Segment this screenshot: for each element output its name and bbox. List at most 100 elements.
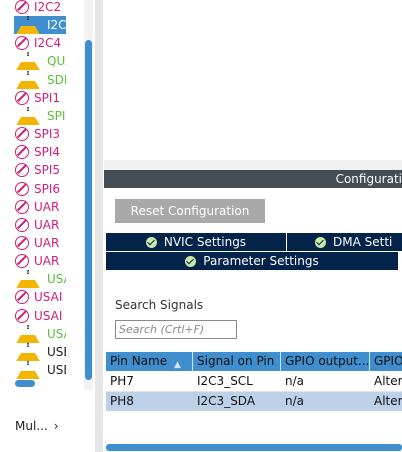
disabled-icon bbox=[15, 235, 29, 250]
peripheral-item[interactable]: USAI bbox=[14, 270, 66, 289]
sort-ascending-icon: ▲ bbox=[174, 360, 181, 370]
table-row-selected[interactable]: PH8 I2C3_SDA n/a Altern bbox=[106, 392, 402, 411]
peripheral-item[interactable]: USB_ bbox=[14, 361, 66, 379]
disabled-icon bbox=[15, 127, 29, 142]
peripheral-label: SPI6 bbox=[34, 181, 61, 196]
disabled-icon bbox=[15, 217, 29, 232]
warning-icon bbox=[14, 16, 42, 35]
tab-dma-settings[interactable]: DMA Setti bbox=[287, 233, 402, 251]
table-horizontal-scrollbar[interactable] bbox=[106, 444, 402, 451]
panel-divider[interactable] bbox=[95, 0, 103, 452]
peripheral-label: I2C3 bbox=[47, 18, 66, 33]
warning-icon bbox=[14, 270, 42, 289]
panel-splitter[interactable] bbox=[104, 160, 402, 170]
tab-label: Parameter Settings bbox=[203, 254, 319, 268]
column-header-gpio-mode[interactable]: GPIO bbox=[370, 352, 402, 371]
signal-cell: I2C3_SDA bbox=[197, 394, 256, 408]
reset-configuration-button[interactable]: Reset Configuration bbox=[115, 199, 265, 223]
multimedia-category-button[interactable]: Mul... › bbox=[15, 419, 59, 433]
category-label: Mul... bbox=[15, 419, 48, 433]
warning-icon bbox=[14, 52, 42, 71]
peripheral-label: I2C2 bbox=[34, 0, 62, 14]
peripheral-item[interactable]: SPI3 bbox=[14, 125, 66, 143]
pinout-view-area bbox=[104, 0, 402, 160]
check-circle-icon bbox=[315, 236, 326, 248]
peripheral-label: UAR bbox=[34, 199, 60, 214]
gpio-mode-cell: Altern bbox=[374, 374, 402, 388]
tab-nvic-settings[interactable]: NVIC Settings bbox=[106, 233, 286, 251]
check-circle-icon bbox=[185, 255, 197, 267]
peripheral-label: QUA bbox=[47, 54, 66, 69]
pin-name-cell: PH7 bbox=[110, 374, 134, 388]
warning-icon bbox=[14, 325, 42, 343]
peripheral-label: UAR bbox=[34, 217, 60, 232]
pin-name-cell: PH8 bbox=[110, 394, 134, 408]
peripheral-item[interactable]: SPI4 bbox=[14, 143, 66, 161]
peripheral-list: I2C2 I2C3 I2C4 QUA SDM SPI1 SPI2 SPI3 SPI4 SPI5 SP… bbox=[0, 0, 84, 452]
peripheral-label: USAI bbox=[34, 290, 63, 305]
disabled-icon bbox=[15, 163, 29, 178]
peripheral-item[interactable]: QUA bbox=[14, 52, 66, 71]
peripheral-label: SPI2 bbox=[47, 108, 66, 123]
peripheral-item[interactable]: SPI6 bbox=[14, 180, 66, 198]
peripheral-item[interactable]: I2C4 bbox=[14, 34, 66, 52]
peripheral-item[interactable]: I2C3 bbox=[14, 16, 66, 35]
peripheral-item[interactable]: USAI bbox=[14, 307, 66, 325]
warning-icon bbox=[14, 71, 42, 89]
search-signals-input[interactable] bbox=[115, 320, 237, 339]
tab-label: NVIC Settings bbox=[163, 235, 247, 249]
warning-icon bbox=[14, 361, 42, 379]
disabled-icon bbox=[15, 145, 29, 160]
signal-cell: I2C3_SCL bbox=[197, 374, 253, 388]
peripheral-label: I2C4 bbox=[34, 36, 62, 51]
disabled-icon bbox=[15, 199, 29, 214]
peripheral-label: USAI bbox=[47, 326, 66, 341]
disabled-icon bbox=[15, 308, 29, 323]
table-header-row: Pin Name ▲ Signal on Pin GPIO output... G… bbox=[106, 352, 402, 371]
gpio-output-cell: n/a bbox=[285, 374, 305, 388]
disabled-icon bbox=[15, 181, 29, 196]
peripheral-label: SPI1 bbox=[34, 90, 61, 105]
left-vertical-scrollbar[interactable] bbox=[85, 40, 92, 380]
peripheral-item[interactable]: USB_ bbox=[14, 343, 66, 361]
disabled-icon bbox=[15, 36, 29, 51]
peripheral-item[interactable]: SDM bbox=[14, 71, 66, 89]
peripheral-label: SDM bbox=[47, 72, 66, 87]
peripheral-label: SPI3 bbox=[34, 127, 61, 142]
peripheral-label: USB_ bbox=[47, 363, 66, 377]
peripheral-item[interactable]: SPI1 bbox=[14, 89, 66, 107]
peripheral-label: SPI4 bbox=[34, 145, 61, 160]
peripheral-label: SPI5 bbox=[34, 163, 61, 178]
peripheral-label: USAI bbox=[34, 308, 63, 323]
peripheral-item[interactable]: USAI bbox=[14, 325, 66, 343]
gpio-mode-cell: Altern bbox=[374, 394, 402, 408]
column-header-gpio-output[interactable]: GPIO output... bbox=[281, 352, 370, 371]
disabled-icon bbox=[15, 0, 29, 14]
peripheral-item[interactable]: UAR bbox=[14, 252, 66, 270]
peripheral-label: USAI bbox=[47, 272, 66, 287]
peripheral-item[interactable]: I2C2 bbox=[14, 0, 66, 16]
configuration-header: Configurati bbox=[104, 170, 402, 188]
peripheral-item[interactable]: SPI2 bbox=[14, 107, 66, 125]
table-row[interactable]: PH7 I2C3_SCL n/a Altern bbox=[106, 372, 402, 392]
chevron-right-icon: › bbox=[53, 419, 59, 433]
gpio-output-cell: n/a bbox=[285, 394, 305, 408]
peripheral-item[interactable]: USAI bbox=[14, 288, 66, 306]
tab-parameter-settings[interactable]: Parameter Settings bbox=[106, 252, 398, 270]
column-header-pin-name[interactable]: Pin Name ▲ bbox=[106, 352, 193, 371]
peripheral-item[interactable]: UAR bbox=[14, 198, 66, 216]
peripheral-item[interactable]: UAR bbox=[14, 216, 66, 234]
tab-label: DMA Setti bbox=[333, 235, 393, 249]
peripheral-label: UAR bbox=[34, 235, 60, 250]
column-header-signal[interactable]: Signal on Pin bbox=[193, 352, 281, 371]
search-signals-label: Search Signals bbox=[115, 298, 204, 312]
peripheral-item[interactable]: UAR bbox=[14, 234, 66, 252]
left-horizontal-scrollbar[interactable] bbox=[15, 380, 35, 387]
peripheral-label: UAR bbox=[34, 254, 60, 269]
disabled-icon bbox=[15, 290, 29, 305]
disabled-icon bbox=[15, 90, 29, 105]
peripheral-item[interactable]: SPI5 bbox=[14, 161, 66, 179]
check-circle-icon bbox=[145, 236, 157, 248]
warning-icon bbox=[14, 343, 42, 361]
warning-icon bbox=[14, 107, 42, 125]
